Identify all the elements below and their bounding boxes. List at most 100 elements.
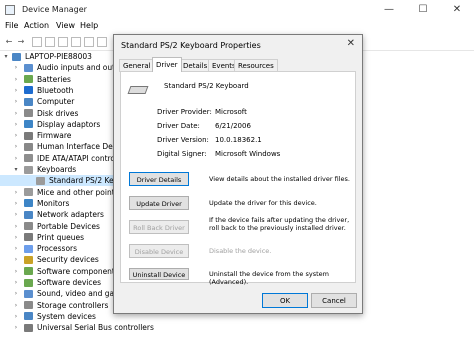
tree-item-label: Monitors	[37, 198, 70, 208]
prop-value: 6/21/2006	[215, 122, 251, 130]
expand-arrow-icon[interactable]: ›	[12, 300, 20, 311]
expand-arrow-icon[interactable]: ›	[12, 74, 20, 85]
expand-arrow-icon[interactable]: ›	[12, 141, 20, 152]
device-category-icon	[24, 120, 33, 129]
tree-item-label: Storage controllers	[37, 300, 109, 310]
expand-arrow-icon[interactable]: ›	[12, 96, 20, 107]
device-category-icon	[24, 210, 33, 219]
menu-help[interactable]: Help	[80, 21, 98, 30]
roll-back-driver-button[interactable]: Roll Back Driver	[129, 220, 189, 234]
device-category-icon	[24, 109, 33, 117]
tree-device-item[interactable]: Standard PS/2 Keyboard	[0, 175, 140, 187]
update-driver-button[interactable]: Update Driver	[129, 196, 189, 210]
expand-arrow-icon[interactable]: ›	[12, 209, 20, 220]
tree-item-label: Disk drives	[37, 108, 79, 118]
expand-arrow-icon[interactable]: ›	[12, 187, 20, 198]
expand-arrow-icon[interactable]: ›	[12, 221, 20, 232]
menu-bar: File Action View Help	[0, 20, 474, 34]
roll-back-driver-desc: If the device fails after updating the d…	[209, 216, 350, 232]
expand-arrow-icon[interactable]: ›	[12, 198, 20, 209]
prop-value: Microsoft	[215, 108, 247, 116]
maximize-button[interactable]: ☐	[406, 0, 440, 20]
driver-panel: Standard PS/2 Keyboard Driver Provider: …	[120, 71, 356, 286]
tree-item-label: Computer	[37, 97, 75, 107]
expand-arrow-icon[interactable]: ›	[12, 277, 20, 288]
expand-arrow-icon[interactable]: ›	[12, 322, 20, 333]
tree-item-label: Display adaptors	[37, 119, 101, 129]
close-button[interactable]: ✕	[440, 0, 474, 20]
dialog-title: Standard PS/2 Keyboard Properties	[121, 41, 261, 50]
driver-details-desc: View details about the installed driver …	[209, 175, 350, 183]
prop-label: Driver Provider:	[157, 108, 212, 116]
ok-button[interactable]: OK	[262, 293, 308, 308]
tab-driver[interactable]: Driver	[152, 57, 182, 72]
tree-item-label: Print queues	[37, 232, 85, 242]
device-category-icon	[24, 86, 33, 95]
title-bar: Device Manager — ☐ ✕	[0, 0, 474, 20]
tree-item-label: Network adapters	[37, 210, 104, 220]
properties-icon[interactable]	[32, 37, 42, 47]
disable-device-button[interactable]: Disable Device	[129, 244, 189, 258]
minimize-button[interactable]: —	[372, 0, 406, 20]
tree-item-label: Keyboards	[37, 165, 77, 174]
device-category-icon	[24, 154, 33, 163]
expand-arrow-icon[interactable]: ›	[12, 288, 20, 299]
device-category-icon	[24, 63, 33, 72]
expand-arrow-icon[interactable]: ›	[12, 130, 20, 141]
properties-dialog: Standard PS/2 Keyboard Properties ✕ Gene…	[113, 34, 363, 314]
expand-arrow-icon[interactable]: ›	[12, 243, 20, 254]
device-category-icon	[24, 233, 33, 242]
device-name: Standard PS/2 Keyboard	[164, 82, 249, 90]
tree-view-icon[interactable]	[45, 37, 55, 47]
dialog-close-icon[interactable]: ✕	[347, 38, 355, 49]
update-driver-desc: Update the driver for this device.	[209, 199, 317, 207]
prop-label: Driver Version:	[157, 136, 209, 144]
device-category-icon	[24, 278, 33, 287]
menu-file[interactable]: File	[5, 21, 18, 30]
device-category-icon	[24, 301, 33, 310]
grid-icon[interactable]	[71, 37, 81, 47]
collapse-arrow-icon[interactable]: ▾	[12, 164, 20, 175]
prop-value: 10.0.18362.1	[215, 136, 262, 144]
expand-arrow-icon[interactable]: ›	[12, 232, 20, 243]
tree-item-label: Software components	[37, 266, 119, 276]
uninstall-device-button[interactable]: Uninstall Device	[129, 268, 189, 280]
device-category-icon	[24, 267, 33, 276]
expand-arrow-icon[interactable]: ›	[12, 254, 20, 265]
forward-arrow-icon[interactable]: →	[16, 37, 26, 47]
collapse-arrow-icon[interactable]: ▾	[2, 51, 10, 62]
tree-item-label: Security devices	[37, 255, 99, 265]
expand-arrow-icon[interactable]: ›	[12, 153, 20, 164]
tree-item-label: Software devices	[37, 278, 101, 287]
device-manager-icon	[5, 5, 15, 15]
expand-arrow-icon[interactable]: ›	[12, 62, 20, 73]
tree-item-label: System devices	[37, 311, 96, 321]
device-category-icon	[24, 188, 33, 197]
device-category-icon	[24, 323, 33, 332]
computer-icon	[12, 52, 21, 61]
device-category-icon	[24, 222, 33, 230]
device-category-icon	[36, 176, 45, 185]
back-arrow-icon[interactable]: ←	[4, 37, 14, 47]
device-category-icon	[24, 97, 33, 106]
device-category-icon	[24, 142, 33, 151]
device-category-icon	[24, 255, 33, 264]
expand-arrow-icon[interactable]: ›	[12, 266, 20, 277]
cancel-button[interactable]: Cancel	[311, 293, 357, 308]
menu-view[interactable]: View	[56, 21, 75, 30]
expand-arrow-icon[interactable]: ›	[12, 85, 20, 96]
help-icon[interactable]	[58, 37, 68, 47]
expand-arrow-icon[interactable]: ›	[12, 108, 20, 119]
tree-category-item[interactable]: › Universal Serial Bus controllers	[0, 322, 474, 333]
monitor-icon[interactable]	[84, 37, 94, 47]
device-category-icon	[24, 289, 33, 298]
device-category-icon	[24, 165, 33, 174]
expand-arrow-icon[interactable]: ›	[12, 311, 20, 322]
window-title: Device Manager	[22, 5, 87, 14]
tree-item-label: Universal Serial Bus controllers	[37, 323, 154, 333]
driver-details-button[interactable]: Driver Details	[129, 172, 189, 186]
dialog-tabs: General Driver Details Events Resources	[119, 57, 357, 72]
menu-action[interactable]: Action	[24, 21, 49, 30]
expand-arrow-icon[interactable]: ›	[12, 119, 20, 130]
scan-icon[interactable]	[97, 37, 107, 47]
